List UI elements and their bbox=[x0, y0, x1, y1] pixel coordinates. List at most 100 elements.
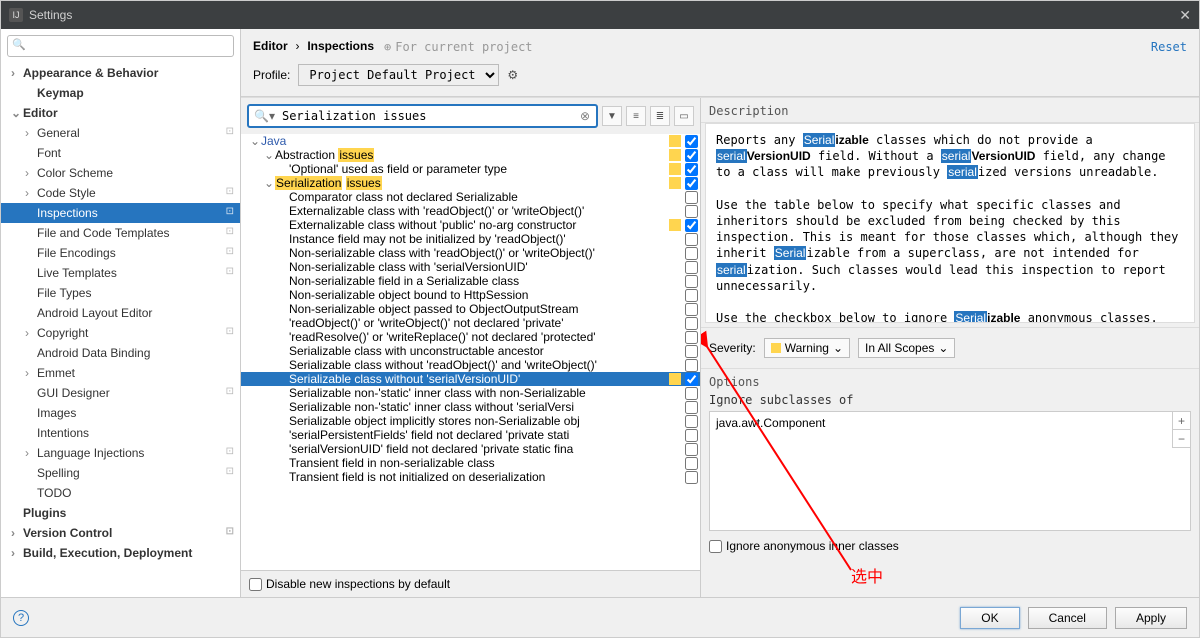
inspection-row[interactable]: Non-serializable object bound to HttpSes… bbox=[241, 288, 700, 302]
inspection-checkbox[interactable] bbox=[685, 387, 698, 400]
inspection-row[interactable]: 'Optional' used as field or parameter ty… bbox=[241, 162, 700, 176]
inspection-row[interactable]: ⌄Serialization issues bbox=[241, 176, 700, 190]
gear-icon[interactable]: ⚙ bbox=[507, 68, 518, 82]
sidebar-item[interactable]: File Types bbox=[1, 283, 240, 303]
sidebar-item[interactable]: Keymap bbox=[1, 83, 240, 103]
scope-select[interactable]: In All Scopes ⌄ bbox=[858, 338, 955, 358]
inspection-tree[interactable]: ⌄Java⌄Abstraction issues'Optional' used … bbox=[241, 134, 700, 570]
severity-select[interactable]: Warning ⌄ bbox=[764, 338, 850, 358]
inspection-row[interactable]: Externalizable class with 'readObject()'… bbox=[241, 204, 700, 218]
inspection-row[interactable]: 'readObject()' or 'writeObject()' not de… bbox=[241, 316, 700, 330]
group-icon[interactable]: ▭ bbox=[674, 106, 694, 126]
collapse-icon[interactable]: ≣ bbox=[650, 106, 670, 126]
inspection-row[interactable]: Comparator class not declared Serializab… bbox=[241, 190, 700, 204]
inspection-row[interactable]: Non-serializable field in a Serializable… bbox=[241, 274, 700, 288]
help-icon[interactable]: ? bbox=[13, 610, 29, 626]
inspection-checkbox[interactable] bbox=[685, 275, 698, 288]
sidebar-item[interactable]: GUI Designer⊡ bbox=[1, 383, 240, 403]
inspection-row[interactable]: 'readResolve()' or 'writeReplace()' not … bbox=[241, 330, 700, 344]
reset-link[interactable]: Reset bbox=[1151, 40, 1187, 54]
inspection-row[interactable]: Non-serializable class with 'serialVersi… bbox=[241, 260, 700, 274]
inspection-checkbox[interactable] bbox=[685, 457, 698, 470]
sidebar-item[interactable]: Images bbox=[1, 403, 240, 423]
inspection-checkbox[interactable] bbox=[685, 233, 698, 246]
inspection-row[interactable]: Serializable object implicitly stores no… bbox=[241, 414, 700, 428]
inspection-checkbox[interactable] bbox=[685, 373, 698, 386]
sidebar-item[interactable]: Spelling⊡ bbox=[1, 463, 240, 483]
close-icon[interactable]: ✕ bbox=[1179, 7, 1191, 24]
inspection-search-input[interactable] bbox=[280, 106, 574, 126]
cancel-button[interactable]: Cancel bbox=[1028, 607, 1107, 629]
sidebar-item[interactable]: ⌄Editor bbox=[1, 103, 240, 123]
ok-button[interactable]: OK bbox=[960, 607, 1019, 629]
inspection-row[interactable]: Transient field is not initialized on de… bbox=[241, 470, 700, 484]
apply-button[interactable]: Apply bbox=[1115, 607, 1187, 629]
add-icon[interactable]: + bbox=[1172, 412, 1190, 430]
inspection-row[interactable]: Instance field may not be initialized by… bbox=[241, 232, 700, 246]
inspection-row[interactable]: ⌄Abstraction issues bbox=[241, 148, 700, 162]
inspection-checkbox[interactable] bbox=[685, 163, 698, 176]
inspection-checkbox[interactable] bbox=[685, 247, 698, 260]
list-item[interactable]: java.awt.Component bbox=[716, 416, 825, 430]
inspection-checkbox[interactable] bbox=[685, 429, 698, 442]
sidebar-item[interactable]: Font bbox=[1, 143, 240, 163]
sidebar-item[interactable]: ›General⊡ bbox=[1, 123, 240, 143]
inspection-row[interactable]: Serializable class with unconstructable … bbox=[241, 344, 700, 358]
filter-icon[interactable]: ▼ bbox=[602, 106, 622, 126]
sidebar-item[interactable]: ›Language Injections⊡ bbox=[1, 443, 240, 463]
inspection-checkbox[interactable] bbox=[685, 303, 698, 316]
inspection-row[interactable]: Serializable non-'static' inner class wi… bbox=[241, 400, 700, 414]
inspection-search[interactable]: 🔍▾ ⊗ bbox=[247, 104, 598, 128]
inspection-row[interactable]: ⌄Java bbox=[241, 134, 700, 148]
ignore-anon-checkbox[interactable] bbox=[709, 540, 722, 553]
inspection-row[interactable]: Externalizable class without 'public' no… bbox=[241, 218, 700, 232]
inspection-checkbox[interactable] bbox=[685, 345, 698, 358]
inspection-checkbox[interactable] bbox=[685, 205, 698, 218]
sidebar-item[interactable]: ›Code Style⊡ bbox=[1, 183, 240, 203]
disable-new-checkbox[interactable] bbox=[249, 578, 262, 591]
sidebar-item[interactable]: Android Data Binding bbox=[1, 343, 240, 363]
inspection-row[interactable]: Non-serializable object passed to Object… bbox=[241, 302, 700, 316]
sidebar-item[interactable]: Intentions bbox=[1, 423, 240, 443]
remove-icon[interactable]: − bbox=[1172, 430, 1190, 448]
inspection-row[interactable]: 'serialVersionUID' field not declared 'p… bbox=[241, 442, 700, 456]
sidebar-item[interactable]: ›Emmet bbox=[1, 363, 240, 383]
inspection-row[interactable]: Serializable class without 'readObject()… bbox=[241, 358, 700, 372]
sidebar-item[interactable]: File Encodings⊡ bbox=[1, 243, 240, 263]
ignore-list[interactable]: java.awt.Component + − bbox=[709, 411, 1191, 531]
sidebar-item[interactable]: TODO bbox=[1, 483, 240, 503]
inspection-row[interactable]: Transient field in non-serializable clas… bbox=[241, 456, 700, 470]
settings-tree[interactable]: ›Appearance & BehaviorKeymap⌄Editor›Gene… bbox=[1, 63, 240, 597]
sidebar-item[interactable]: File and Code Templates⊡ bbox=[1, 223, 240, 243]
inspection-checkbox[interactable] bbox=[685, 261, 698, 274]
inspection-row[interactable]: 'serialPersistentFields' field not decla… bbox=[241, 428, 700, 442]
inspection-checkbox[interactable] bbox=[685, 317, 698, 330]
inspection-row[interactable]: Serializable class without 'serialVersio… bbox=[241, 372, 700, 386]
inspection-checkbox[interactable] bbox=[685, 177, 698, 190]
sidebar-item[interactable]: Live Templates⊡ bbox=[1, 263, 240, 283]
profile-select[interactable]: Project Default Project bbox=[298, 64, 499, 86]
inspection-row[interactable]: Serializable non-'static' inner class wi… bbox=[241, 386, 700, 400]
expand-icon[interactable]: ≡ bbox=[626, 106, 646, 126]
inspection-checkbox[interactable] bbox=[685, 331, 698, 344]
sidebar-item[interactable]: Android Layout Editor bbox=[1, 303, 240, 323]
sidebar-item[interactable]: Inspections⊡ bbox=[1, 203, 240, 223]
inspection-checkbox[interactable] bbox=[685, 401, 698, 414]
sidebar-item[interactable]: ›Color Scheme bbox=[1, 163, 240, 183]
sidebar-item[interactable]: ›Version Control⊡ bbox=[1, 523, 240, 543]
inspection-checkbox[interactable] bbox=[685, 191, 698, 204]
inspection-checkbox[interactable] bbox=[685, 359, 698, 372]
inspection-checkbox[interactable] bbox=[685, 219, 698, 232]
clear-icon[interactable]: ⊗ bbox=[574, 109, 596, 123]
sidebar-item[interactable]: ›Copyright⊡ bbox=[1, 323, 240, 343]
sidebar-search-input[interactable] bbox=[7, 35, 234, 57]
inspection-checkbox[interactable] bbox=[685, 289, 698, 302]
sidebar-item[interactable]: ›Build, Execution, Deployment bbox=[1, 543, 240, 563]
inspection-checkbox[interactable] bbox=[685, 471, 698, 484]
inspection-checkbox[interactable] bbox=[685, 135, 698, 148]
sidebar-item[interactable]: Plugins bbox=[1, 503, 240, 523]
inspection-row[interactable]: Non-serializable class with 'readObject(… bbox=[241, 246, 700, 260]
inspection-checkbox[interactable] bbox=[685, 149, 698, 162]
sidebar-search[interactable] bbox=[7, 35, 234, 57]
inspection-checkbox[interactable] bbox=[685, 415, 698, 428]
